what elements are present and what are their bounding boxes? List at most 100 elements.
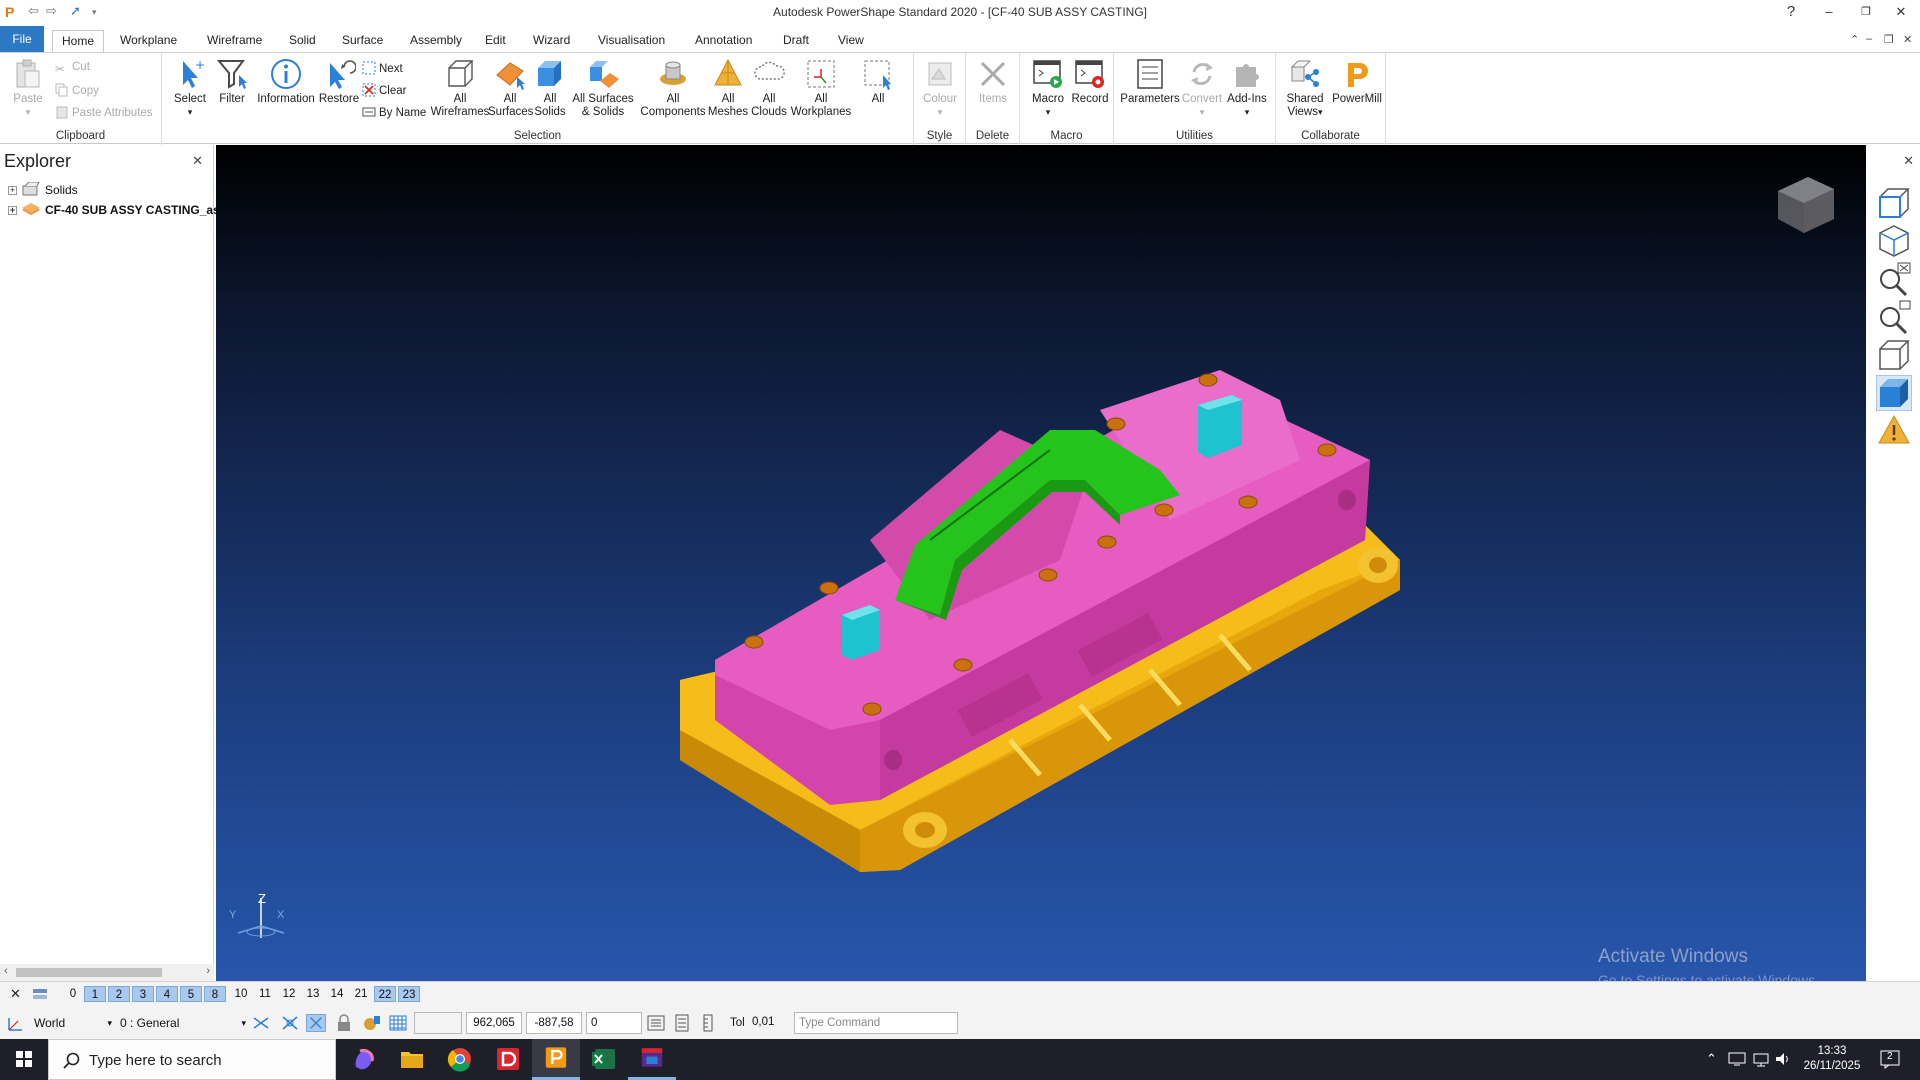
mdi-restore-icon[interactable]: ❐ [1884, 33, 1894, 46]
tree-item-assembly[interactable]: + CF-40 SUB ASSY CASTING_as [8, 202, 220, 217]
level-button-8[interactable]: 8 [204, 986, 226, 1002]
level-button-23[interactable]: 23 [398, 986, 420, 1002]
file-explorer-icon[interactable] [388, 1039, 436, 1080]
zoom-fit-icon[interactable] [1876, 261, 1912, 297]
level-button-10[interactable]: 10 [230, 986, 252, 1002]
level-button-13[interactable]: 13 [302, 986, 324, 1002]
view-orientation-icon[interactable] [1876, 223, 1912, 259]
level-button-1[interactable]: 1 [84, 986, 106, 1002]
clear-button[interactable]: Clear [362, 83, 406, 97]
level-button-0[interactable]: 0 [62, 986, 84, 1002]
colour-button[interactable]: Colour ▾ [920, 57, 960, 119]
tab-home[interactable]: Home [52, 30, 105, 53]
tray-monitor-icon[interactable] [1728, 1051, 1746, 1067]
tab-assembly[interactable]: Assembly [406, 30, 466, 52]
snap-icon[interactable] [252, 1014, 272, 1032]
restore-selection-button[interactable]: Restore [316, 57, 362, 106]
delete-items-button[interactable]: Items [973, 57, 1013, 106]
expand-icon[interactable]: + [8, 186, 17, 195]
grid-icon[interactable] [388, 1014, 408, 1032]
tab-wireframe[interactable]: Wireframe [203, 30, 266, 52]
system-clock[interactable]: 13:33 26/11/2025 [1792, 1044, 1872, 1074]
all-button[interactable]: All [858, 57, 898, 106]
tolerance-value-field[interactable]: 0,01 [748, 1012, 790, 1034]
tab-view[interactable]: View [834, 30, 868, 52]
view-iso-icon[interactable] [1876, 185, 1912, 221]
z-coordinate-field[interactable]: 0 [586, 1012, 642, 1034]
coordinate-list-icon[interactable] [646, 1014, 666, 1032]
levels-icon[interactable] [32, 987, 48, 1001]
all-clouds-button[interactable]: All Clouds [748, 57, 790, 119]
level-button-4[interactable]: 4 [156, 986, 178, 1002]
next-button[interactable]: Next [362, 61, 403, 75]
cursor-snap-icon[interactable] [306, 1014, 326, 1032]
level-select[interactable]: 0 : General ▾ [120, 1012, 248, 1034]
level-button-21[interactable]: 21 [350, 986, 372, 1002]
all-meshes-button[interactable]: All Meshes [706, 57, 750, 119]
level-bar-close-icon[interactable]: ✕ [10, 986, 21, 1002]
select-button[interactable]: + Select ▾ [172, 57, 208, 119]
all-workplanes-button[interactable]: All Workplanes [790, 57, 852, 119]
powershape-taskbar-icon[interactable] [532, 1039, 580, 1080]
tab-wizard[interactable]: Wizard [529, 30, 574, 52]
level-button-11[interactable]: 11 [254, 986, 276, 1002]
shaded-view-icon[interactable] [1876, 375, 1912, 411]
level-button-2[interactable]: 2 [108, 986, 130, 1002]
level-button-12[interactable]: 12 [278, 986, 300, 1002]
warning-shade-icon[interactable] [1876, 413, 1912, 449]
network-icon[interactable] [1752, 1051, 1770, 1067]
all-surfaces-button[interactable]: All Surfaces [488, 57, 533, 119]
copy-button[interactable]: Copy [55, 83, 99, 97]
zoom-box-icon[interactable] [1876, 299, 1912, 335]
calculator-icon[interactable] [672, 1014, 692, 1032]
cad-model[interactable] [216, 145, 1866, 981]
information-button[interactable]: Information [252, 57, 320, 106]
all-components-button[interactable]: All Components [638, 57, 708, 119]
minimize-button[interactable]: – [1814, 2, 1844, 22]
mdi-minimize-icon[interactable]: ⌃ [1850, 33, 1859, 46]
tab-visualisation[interactable]: Visualisation [594, 30, 669, 52]
ruler-icon[interactable] [698, 1014, 718, 1032]
graphics-viewport[interactable]: Z Y X [216, 145, 1866, 981]
chrome-icon[interactable] [436, 1039, 484, 1080]
all-wireframes-button[interactable]: All Wireframes [430, 57, 490, 119]
tab-edit[interactable]: Edit [481, 30, 510, 52]
workplane-select[interactable]: World ▾ [34, 1012, 114, 1034]
powermill-button[interactable]: PowerMill [1330, 57, 1384, 106]
colour-picker-icon[interactable] [362, 1014, 382, 1032]
lock-icon[interactable] [334, 1014, 354, 1032]
tab-surface[interactable]: Surface [338, 30, 387, 52]
level-button-3[interactable]: 3 [132, 986, 154, 1002]
filter-button[interactable]: Filter [214, 57, 250, 106]
scroll-left-icon[interactable]: ‹ [4, 965, 8, 977]
shared-views-button[interactable]: Shared Views▾ [1282, 57, 1328, 119]
copilot-icon[interactable] [340, 1039, 388, 1080]
explorer-close-icon[interactable]: ✕ [192, 153, 203, 169]
level-button-5[interactable]: 5 [180, 986, 202, 1002]
add-ins-button[interactable]: Add-Ins ▾ [1224, 57, 1270, 119]
command-input[interactable]: Type Command [794, 1012, 958, 1034]
tree-item-solids[interactable]: + Solids [8, 181, 78, 197]
app-icon-purple[interactable] [628, 1039, 676, 1080]
x-coordinate-field[interactable]: 962,065 [466, 1012, 522, 1034]
view-toolbar-close-icon[interactable]: ✕ [1903, 153, 1914, 169]
explorer-horizontal-scrollbar[interactable]: ‹ › [0, 964, 214, 981]
level-button-22[interactable]: 22 [374, 986, 396, 1002]
all-solids-button[interactable]: All Solids [530, 57, 570, 119]
restore-button[interactable]: ❐ [1851, 2, 1881, 22]
level-button-14[interactable]: 14 [326, 986, 348, 1002]
notification-center-icon[interactable]: 2 [1880, 1049, 1902, 1069]
help-icon[interactable]: ? [1776, 2, 1806, 22]
cut-button[interactable]: ✂ Cut [55, 61, 90, 76]
expand-icon[interactable]: + [8, 206, 17, 215]
record-button[interactable]: Record [1070, 57, 1110, 106]
taskbar-search-box[interactable]: Type here to search [48, 1039, 336, 1080]
paste-attributes-button[interactable]: Paste Attributes [55, 105, 153, 119]
tab-file[interactable]: File [0, 26, 44, 52]
paste-button[interactable]: Paste ▾ [8, 57, 48, 119]
tab-annotation[interactable]: Annotation [691, 30, 756, 52]
tab-solid[interactable]: Solid [285, 30, 320, 52]
all-surfaces-solids-button[interactable]: All Surfaces & Solids [570, 57, 636, 119]
mdi-close-icon[interactable]: ✕ [1903, 33, 1912, 46]
close-button[interactable]: ✕ [1886, 2, 1916, 22]
